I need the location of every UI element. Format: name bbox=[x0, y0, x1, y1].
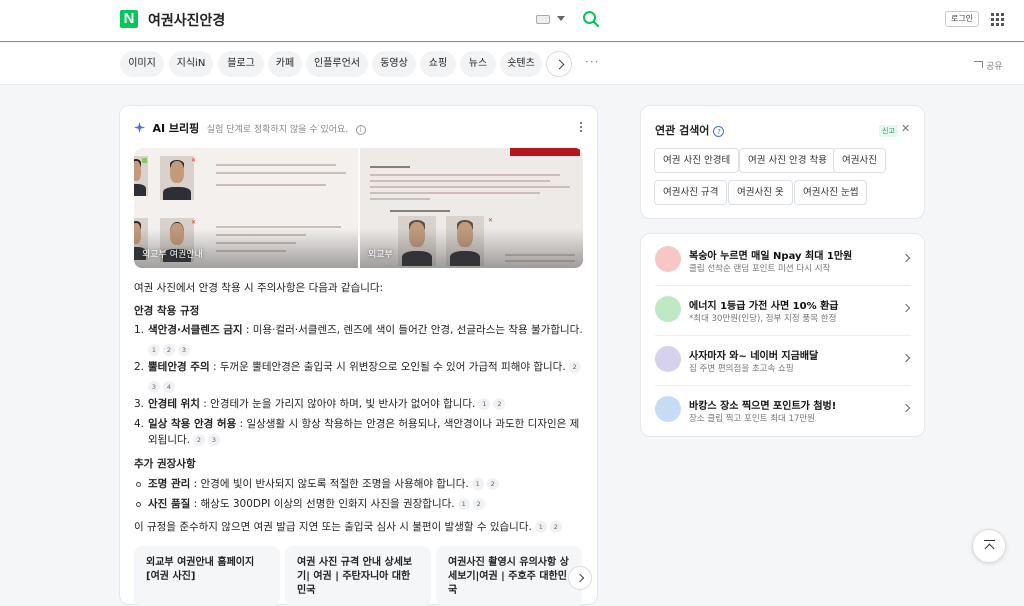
share-icon bbox=[974, 61, 983, 68]
thumbnail-image[interactable]: ✕ ✕ 외교부 여권안내 bbox=[134, 148, 358, 268]
list-item: 2. 뿔테안경 주의 : 두꺼운 뿔테안경은 출입국 시 위변장으로 오인될 수… bbox=[134, 359, 584, 393]
login-button[interactable]: 로그인 bbox=[945, 11, 979, 27]
thumbnail-label: 외교부 bbox=[368, 250, 393, 260]
close-icon[interactable]: ✕ bbox=[901, 122, 910, 135]
ai-conclusion: 이 규정을 준수하지 않으면 여권 발급 지연 또는 출입국 심사 시 불편이 … bbox=[134, 519, 584, 535]
related-chip[interactable]: 여권사진 눈썹 bbox=[794, 180, 868, 205]
vacation-icon bbox=[655, 396, 681, 422]
naver-logo[interactable]: N bbox=[120, 10, 138, 28]
promo-item[interactable]: 복숭아 누르면 매일 Npay 최대 1만원 클립 선착순 랜덤 포인트 미션 … bbox=[655, 240, 911, 286]
ai-briefing-card: AI 브리핑 실험 단계로 정확하지 않을 수 있어요. i ✕ ✕ 외교부 여… bbox=[119, 105, 598, 606]
citation-badge[interactable]: 3 bbox=[178, 344, 190, 356]
related-chip[interactable]: 여권사진 옷 bbox=[728, 180, 793, 205]
citation-badge[interactable]: 2 bbox=[486, 478, 499, 490]
thumbnail-label: 외교부 여권안내 bbox=[142, 250, 203, 260]
citation-badge[interactable]: 1 bbox=[471, 478, 484, 490]
list-item: 조명 관리 : 안경에 빛이 반사되지 않도록 적절한 조명을 사용해야 합니다… bbox=[134, 476, 584, 494]
share-button[interactable]: 공유 bbox=[974, 59, 1003, 72]
chevron-down-icon[interactable] bbox=[557, 16, 565, 21]
info-icon[interactable]: i bbox=[355, 125, 366, 135]
related-title: 연관 검색어? bbox=[655, 122, 725, 138]
list-item: 사진 품질 : 해상도 300DPI 이상의 선명한 인화지 사진을 권장합니다… bbox=[134, 496, 584, 514]
citation-badge[interactable]: 2 bbox=[472, 498, 485, 510]
tabs-next-button[interactable] bbox=[546, 51, 572, 77]
more-options-icon[interactable] bbox=[580, 122, 583, 134]
promo-card: 복숭아 누르면 매일 Npay 최대 1만원 클립 선착순 랜덤 포인트 미션 … bbox=[640, 233, 925, 437]
source-card[interactable]: 여권사진 촬영시 유의사항 상세보기|여권 | 주호주 대한민국 bbox=[436, 546, 582, 606]
citation-badge[interactable]: 2 bbox=[192, 434, 205, 446]
list-item: 3. 안경테 위치 : 안경테가 눈을 가리지 않아야 하며, 빛 반사가 없어… bbox=[134, 396, 584, 414]
related-searches-card: 연관 검색어? 신고 ✕ 여권 사진 안경테 여권 사진 안경 착용 여권사진 … bbox=[640, 105, 925, 219]
top-bar: N 여권사진안경 로그인 bbox=[0, 0, 1024, 42]
section-title: 추가 권장사항 bbox=[134, 458, 196, 470]
tab-news[interactable]: 뉴스 bbox=[460, 51, 496, 77]
promo-item[interactable]: 사자마자 와~ 네이버 지금배달 집 주변 편의점을 초고속 쇼핑 bbox=[655, 340, 911, 386]
tab-blog[interactable]: 블로그 bbox=[218, 51, 264, 77]
source-card[interactable]: 외교부 여권안내 홈페이지 [여권 사진] bbox=[134, 546, 280, 606]
promo-item[interactable]: 바캉스 장소 찍으면 포인트가 첨벙! 장소 클립 찍고 포인트 최대 17만원 bbox=[655, 390, 911, 436]
list-item: 1. 색안경·서클렌즈 금지 : 미용·컬러·서클렌즈, 렌즈에 색이 들어간 … bbox=[134, 324, 583, 356]
chevron-right-icon bbox=[901, 303, 911, 313]
citation-badge[interactable]: 2 bbox=[549, 521, 562, 533]
citation-badge[interactable]: 2 bbox=[568, 361, 581, 373]
apps-grid-icon[interactable] bbox=[991, 13, 1004, 26]
appliance-icon bbox=[655, 296, 681, 322]
report-button[interactable]: 신고 bbox=[879, 125, 898, 137]
citation-badge[interactable]: 4 bbox=[163, 381, 175, 393]
citation-badge[interactable]: 1 bbox=[478, 398, 491, 410]
bullet-icon bbox=[136, 502, 141, 507]
chevron-right-icon bbox=[901, 253, 911, 263]
search-icon[interactable] bbox=[582, 10, 600, 28]
tab-kin[interactable]: 지식iN bbox=[169, 51, 213, 77]
citation-badge[interactable]: 1 bbox=[457, 498, 470, 510]
related-chip[interactable]: 여권사진 bbox=[833, 148, 886, 173]
citation-badge[interactable]: 3 bbox=[207, 434, 220, 446]
tab-shopping[interactable]: 쇼핑 bbox=[420, 51, 456, 77]
tab-influencer[interactable]: 인플루언서 bbox=[306, 51, 368, 77]
tab-cafe[interactable]: 카페 bbox=[268, 51, 302, 77]
related-chip[interactable]: 여권사진 규격 bbox=[654, 180, 728, 205]
ai-intro: 여권 사진에서 안경 착용 시 주의사항은 다음과 같습니다: bbox=[134, 282, 384, 294]
tab-shortents[interactable]: 숏텐츠 bbox=[500, 51, 542, 77]
scroll-to-top-button[interactable] bbox=[972, 529, 1006, 563]
share-label: 공유 bbox=[986, 62, 1003, 72]
chevron-right-icon bbox=[901, 403, 911, 413]
photo-man bbox=[160, 156, 194, 200]
source-card[interactable]: 여권 사진 규격 안내 상세보기| 여권 | 주탄자니아 대한민국 bbox=[285, 546, 431, 606]
citation-badge[interactable]: 1 bbox=[148, 344, 160, 356]
section-title: 안경 착용 규정 bbox=[134, 305, 200, 317]
peach-icon bbox=[655, 246, 681, 272]
ai-briefing-subtitle: 실험 단계로 정확하지 않을 수 있어요. bbox=[206, 125, 349, 135]
thumbnail-image[interactable]: ✕ 외교부 bbox=[360, 148, 583, 268]
ai-briefing-header: AI 브리핑 실험 단계로 정확하지 않을 수 있어요. i bbox=[134, 120, 366, 136]
ai-sparkle-icon bbox=[134, 122, 145, 133]
delivery-icon bbox=[655, 346, 681, 372]
help-icon[interactable]: ? bbox=[713, 126, 725, 137]
list-item: 4. 일상 착용 안경 허용 : 일상생활 시 항상 착용하는 안경은 허용되나… bbox=[134, 418, 580, 446]
ai-briefing-title: AI 브리핑 bbox=[152, 122, 200, 135]
search-tabs: 이미지 지식iN 블로그 카페 인플루언서 동영상 쇼핑 뉴스 숏텐츠 ··· … bbox=[0, 43, 1024, 85]
citation-badge[interactable]: 3 bbox=[148, 381, 160, 393]
citation-badge[interactable]: 1 bbox=[534, 521, 547, 533]
keyboard-icon[interactable] bbox=[536, 15, 550, 24]
sources-next-button[interactable] bbox=[568, 566, 592, 590]
chevron-right-icon bbox=[901, 353, 911, 363]
related-chip[interactable]: 여권 사진 안경 착용 bbox=[739, 148, 836, 173]
citation-badge[interactable]: 2 bbox=[163, 344, 175, 356]
tab-video[interactable]: 동영상 bbox=[372, 51, 416, 77]
citation-badge[interactable]: 2 bbox=[493, 398, 506, 410]
related-chip[interactable]: 여권 사진 안경테 bbox=[654, 148, 740, 173]
promo-item[interactable]: 에너지 1등급 가전 사면 10% 환급 *최대 30만원(인당), 정부 지정… bbox=[655, 290, 911, 336]
search-query[interactable]: 여권사진안경 bbox=[148, 10, 225, 30]
bullet-icon bbox=[136, 482, 141, 487]
tab-images[interactable]: 이미지 bbox=[120, 51, 164, 77]
more-tabs-button[interactable]: ··· bbox=[585, 55, 599, 69]
